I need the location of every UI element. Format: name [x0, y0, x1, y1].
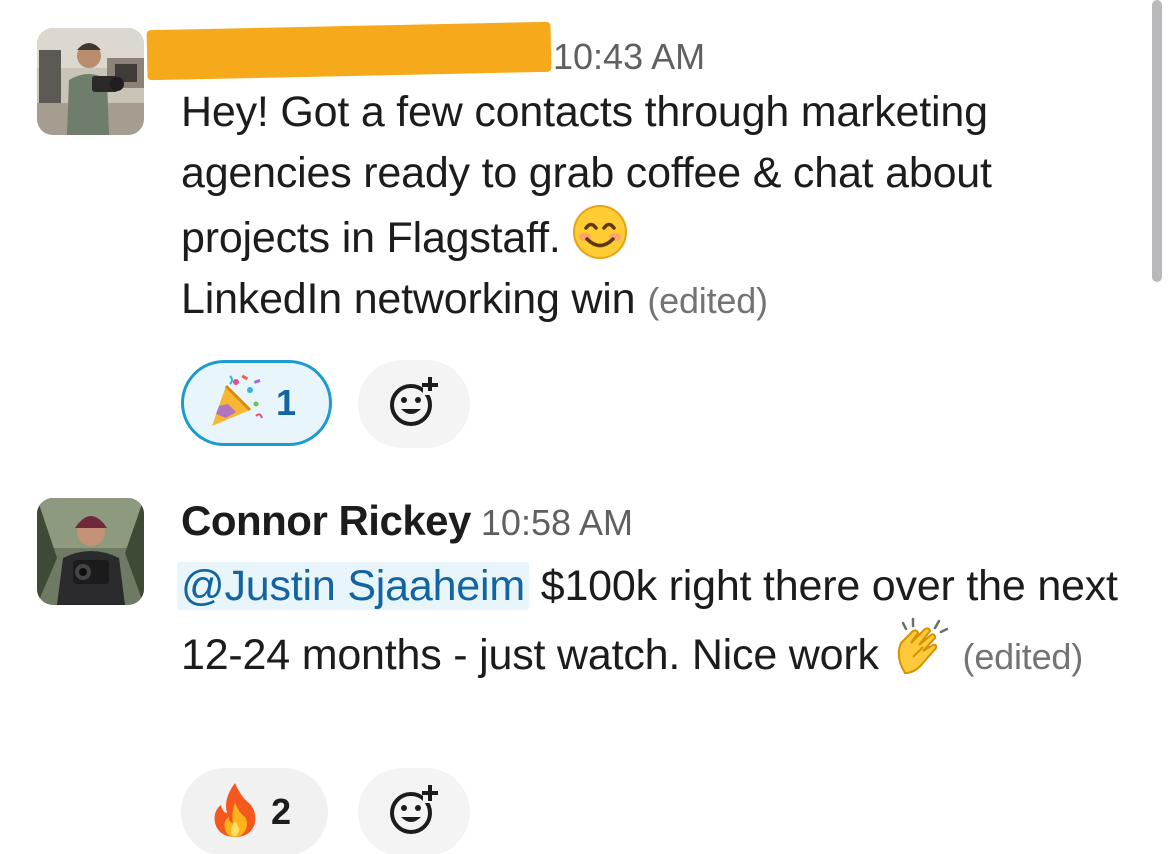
- sender-row: Connor Rickey 10:58 AM: [181, 490, 1136, 554]
- avatar-photo: [37, 28, 144, 135]
- scrollbar[interactable]: [1152, 0, 1162, 282]
- sender-name[interactable]: Connor Rickey: [181, 497, 471, 544]
- add-reaction-button[interactable]: [358, 360, 470, 448]
- smiling-face-icon: [572, 204, 628, 260]
- message-text-continued: LinkedIn networking win: [181, 275, 636, 323]
- fire-icon: [211, 781, 259, 844]
- reaction-count: 2: [271, 791, 292, 832]
- clapping-hands-icon: [891, 617, 951, 677]
- add-reaction-icon: [385, 781, 443, 844]
- reaction-count: 1: [276, 382, 297, 423]
- avatar-photo: [37, 498, 144, 605]
- add-reaction-button[interactable]: [358, 768, 470, 854]
- user-mention[interactable]: @Justin Sjaaheim: [177, 562, 529, 610]
- chat-view: 10:43 AM Hey! Got a few contacts through…: [0, 0, 1169, 854]
- party-popper-icon: [206, 372, 264, 435]
- edited-label: (edited): [962, 636, 1084, 677]
- redacted-sender-name: [146, 21, 552, 81]
- reaction-fire[interactable]: 2: [181, 768, 328, 854]
- message-text: Hey! Got a few contacts through marketin…: [181, 82, 1136, 331]
- reaction-party-popper[interactable]: 1: [181, 360, 332, 446]
- add-reaction-icon: [385, 373, 443, 436]
- message-text: @Justin Sjaaheim $100k right there over …: [177, 556, 1136, 687]
- avatar[interactable]: [37, 498, 144, 605]
- message-content: Connor Rickey 10:58 AM @Justin Sjaaheim $…: [177, 490, 1136, 687]
- avatar[interactable]: [37, 28, 144, 135]
- edited-label: (edited): [647, 280, 768, 321]
- message-header: 10:43 AM: [146, 20, 1136, 86]
- message-timestamp[interactable]: 10:43 AM: [553, 36, 705, 78]
- message-content: 10:43 AM Hey! Got a few contacts through…: [146, 20, 1136, 331]
- message-timestamp[interactable]: 10:58 AM: [481, 502, 633, 543]
